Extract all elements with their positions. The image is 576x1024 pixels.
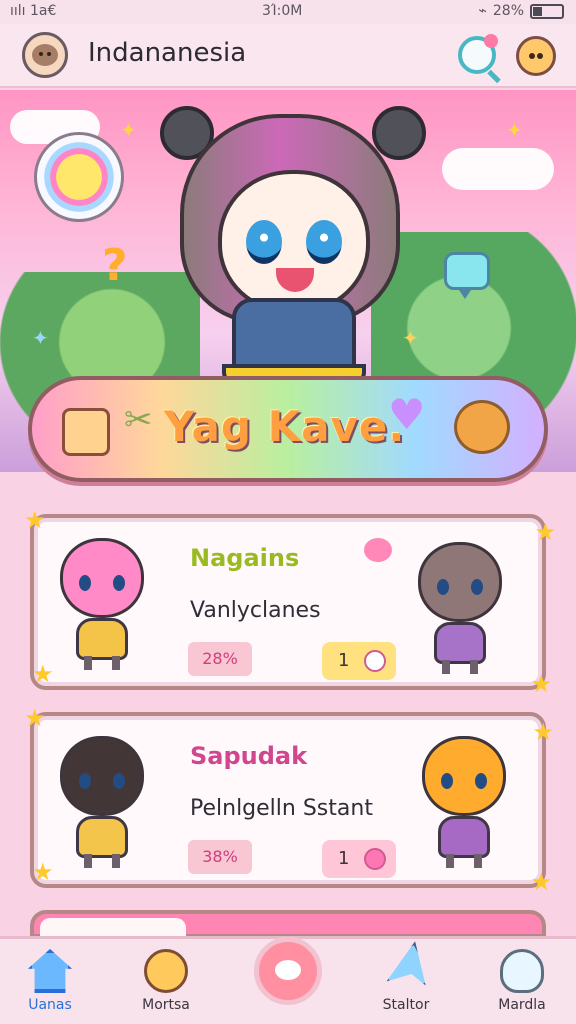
card-subtitle: Pelnlgelln Sstant [190, 796, 373, 821]
app-header: Indananesia ♥ [0, 24, 576, 128]
count-badge[interactable]: 1 [322, 840, 396, 878]
heart-bubble-icon: ♥ [388, 390, 426, 439]
character-card[interactable]: ★ ★ ★ ★ Nagains Vanlyclanes 28% 1 [24, 506, 556, 698]
legs-icon [84, 854, 120, 868]
count-value: 1 [338, 650, 350, 671]
sparkle-icon: ✦ [506, 118, 523, 142]
sun-icon [34, 132, 124, 222]
bottom-tab-bar: Uanas Mortsa Staltor Mardla [0, 936, 576, 1024]
percent-badge: 38% [188, 840, 252, 874]
shirt-icon [76, 816, 128, 858]
banner-title: Yag Kave. [164, 402, 406, 451]
avatar[interactable] [22, 32, 68, 78]
tab-pets[interactable]: Mortsa [116, 939, 216, 1024]
gift-box-icon [62, 408, 110, 456]
tab-label: Mortsa [142, 997, 190, 1013]
sparkle-icon: ✦ [120, 118, 137, 142]
wifi-icon: ⌁ [478, 3, 487, 19]
character-avatar-left [42, 726, 162, 870]
page-title: Indananesia [88, 38, 247, 68]
notification-dot-icon [484, 34, 498, 48]
right-eye-icon [306, 220, 342, 264]
search-button[interactable] [458, 34, 498, 74]
shirt-icon [438, 816, 490, 858]
card-title: Sapudak [190, 742, 308, 770]
legs-icon [442, 660, 478, 674]
bun-icon [454, 400, 510, 454]
battery-icon [530, 3, 564, 19]
eyes-icon [79, 575, 125, 593]
next-card-peek[interactable] [30, 910, 546, 938]
tab-label: Uanas [28, 997, 72, 1013]
eyes-icon [441, 773, 487, 791]
left-eye-icon [246, 220, 282, 264]
battery-percent: 28% [492, 3, 524, 19]
status-right: ⌁ 28% [478, 3, 564, 19]
count-value: 1 [338, 848, 350, 869]
hero-title-banner[interactable]: ✂ Yag Kave. ♥ [28, 376, 548, 482]
character-face [218, 170, 370, 314]
star-icon: ★ [530, 670, 552, 698]
character-avatar-right [400, 532, 520, 676]
tab-label: Staltor [382, 997, 430, 1013]
character-avatar-right [404, 726, 524, 870]
home-icon [28, 949, 72, 993]
percent-badge: 28% [188, 642, 252, 676]
avatar-face-icon [32, 44, 58, 66]
legs-icon [84, 656, 120, 670]
tab-notifications[interactable]: Mardla [472, 939, 572, 1024]
eyes-icon [437, 579, 483, 597]
bow-icon: ✂ [124, 400, 153, 440]
chat-bubble-icon [444, 252, 490, 299]
tab-home[interactable]: Uanas [0, 939, 100, 1024]
card-title: Nagains [190, 544, 300, 572]
tab-label: Mardla [498, 997, 546, 1013]
tab-send[interactable]: Staltor [356, 939, 456, 1024]
paper-plane-icon [376, 941, 436, 1001]
bell-icon [500, 949, 544, 993]
peek-inner [40, 918, 186, 936]
signal-text: ıılı 1a€ [10, 3, 57, 19]
star-icon: ★ [530, 868, 552, 896]
shirt-icon [76, 618, 128, 660]
right-ear-icon [372, 106, 426, 160]
eyes-icon [79, 773, 125, 791]
character-avatar-left [42, 528, 162, 672]
speech-icon [364, 538, 392, 562]
question-mark-icon: ? [102, 240, 128, 291]
sheep-icon [364, 650, 386, 672]
center-action-button[interactable] [254, 937, 322, 1005]
card-subtitle: Vanlyclanes [190, 598, 321, 623]
status-bar: ıılı 1a€ 3Ί:0M ⌁ 28% [0, 0, 576, 24]
cloud-icon [442, 148, 554, 190]
profile-button[interactable] [516, 36, 556, 76]
star-icon: ★ [534, 518, 556, 546]
status-time: 3Ί:0M [262, 3, 303, 19]
sparkle-icon: ✦ [32, 326, 49, 350]
mouth-icon [276, 268, 314, 292]
star-icon: ★ [532, 718, 554, 746]
shirt-icon [434, 622, 486, 664]
legs-icon [446, 854, 482, 868]
hero-character [160, 96, 426, 392]
pig-icon [364, 848, 386, 870]
count-badge[interactable]: 1 [322, 642, 396, 680]
character-card[interactable]: ★ ★ ★ ★ Sapudak Pelnlgelln Sstant 38% 1 [24, 704, 554, 896]
pet-icon [144, 949, 188, 993]
